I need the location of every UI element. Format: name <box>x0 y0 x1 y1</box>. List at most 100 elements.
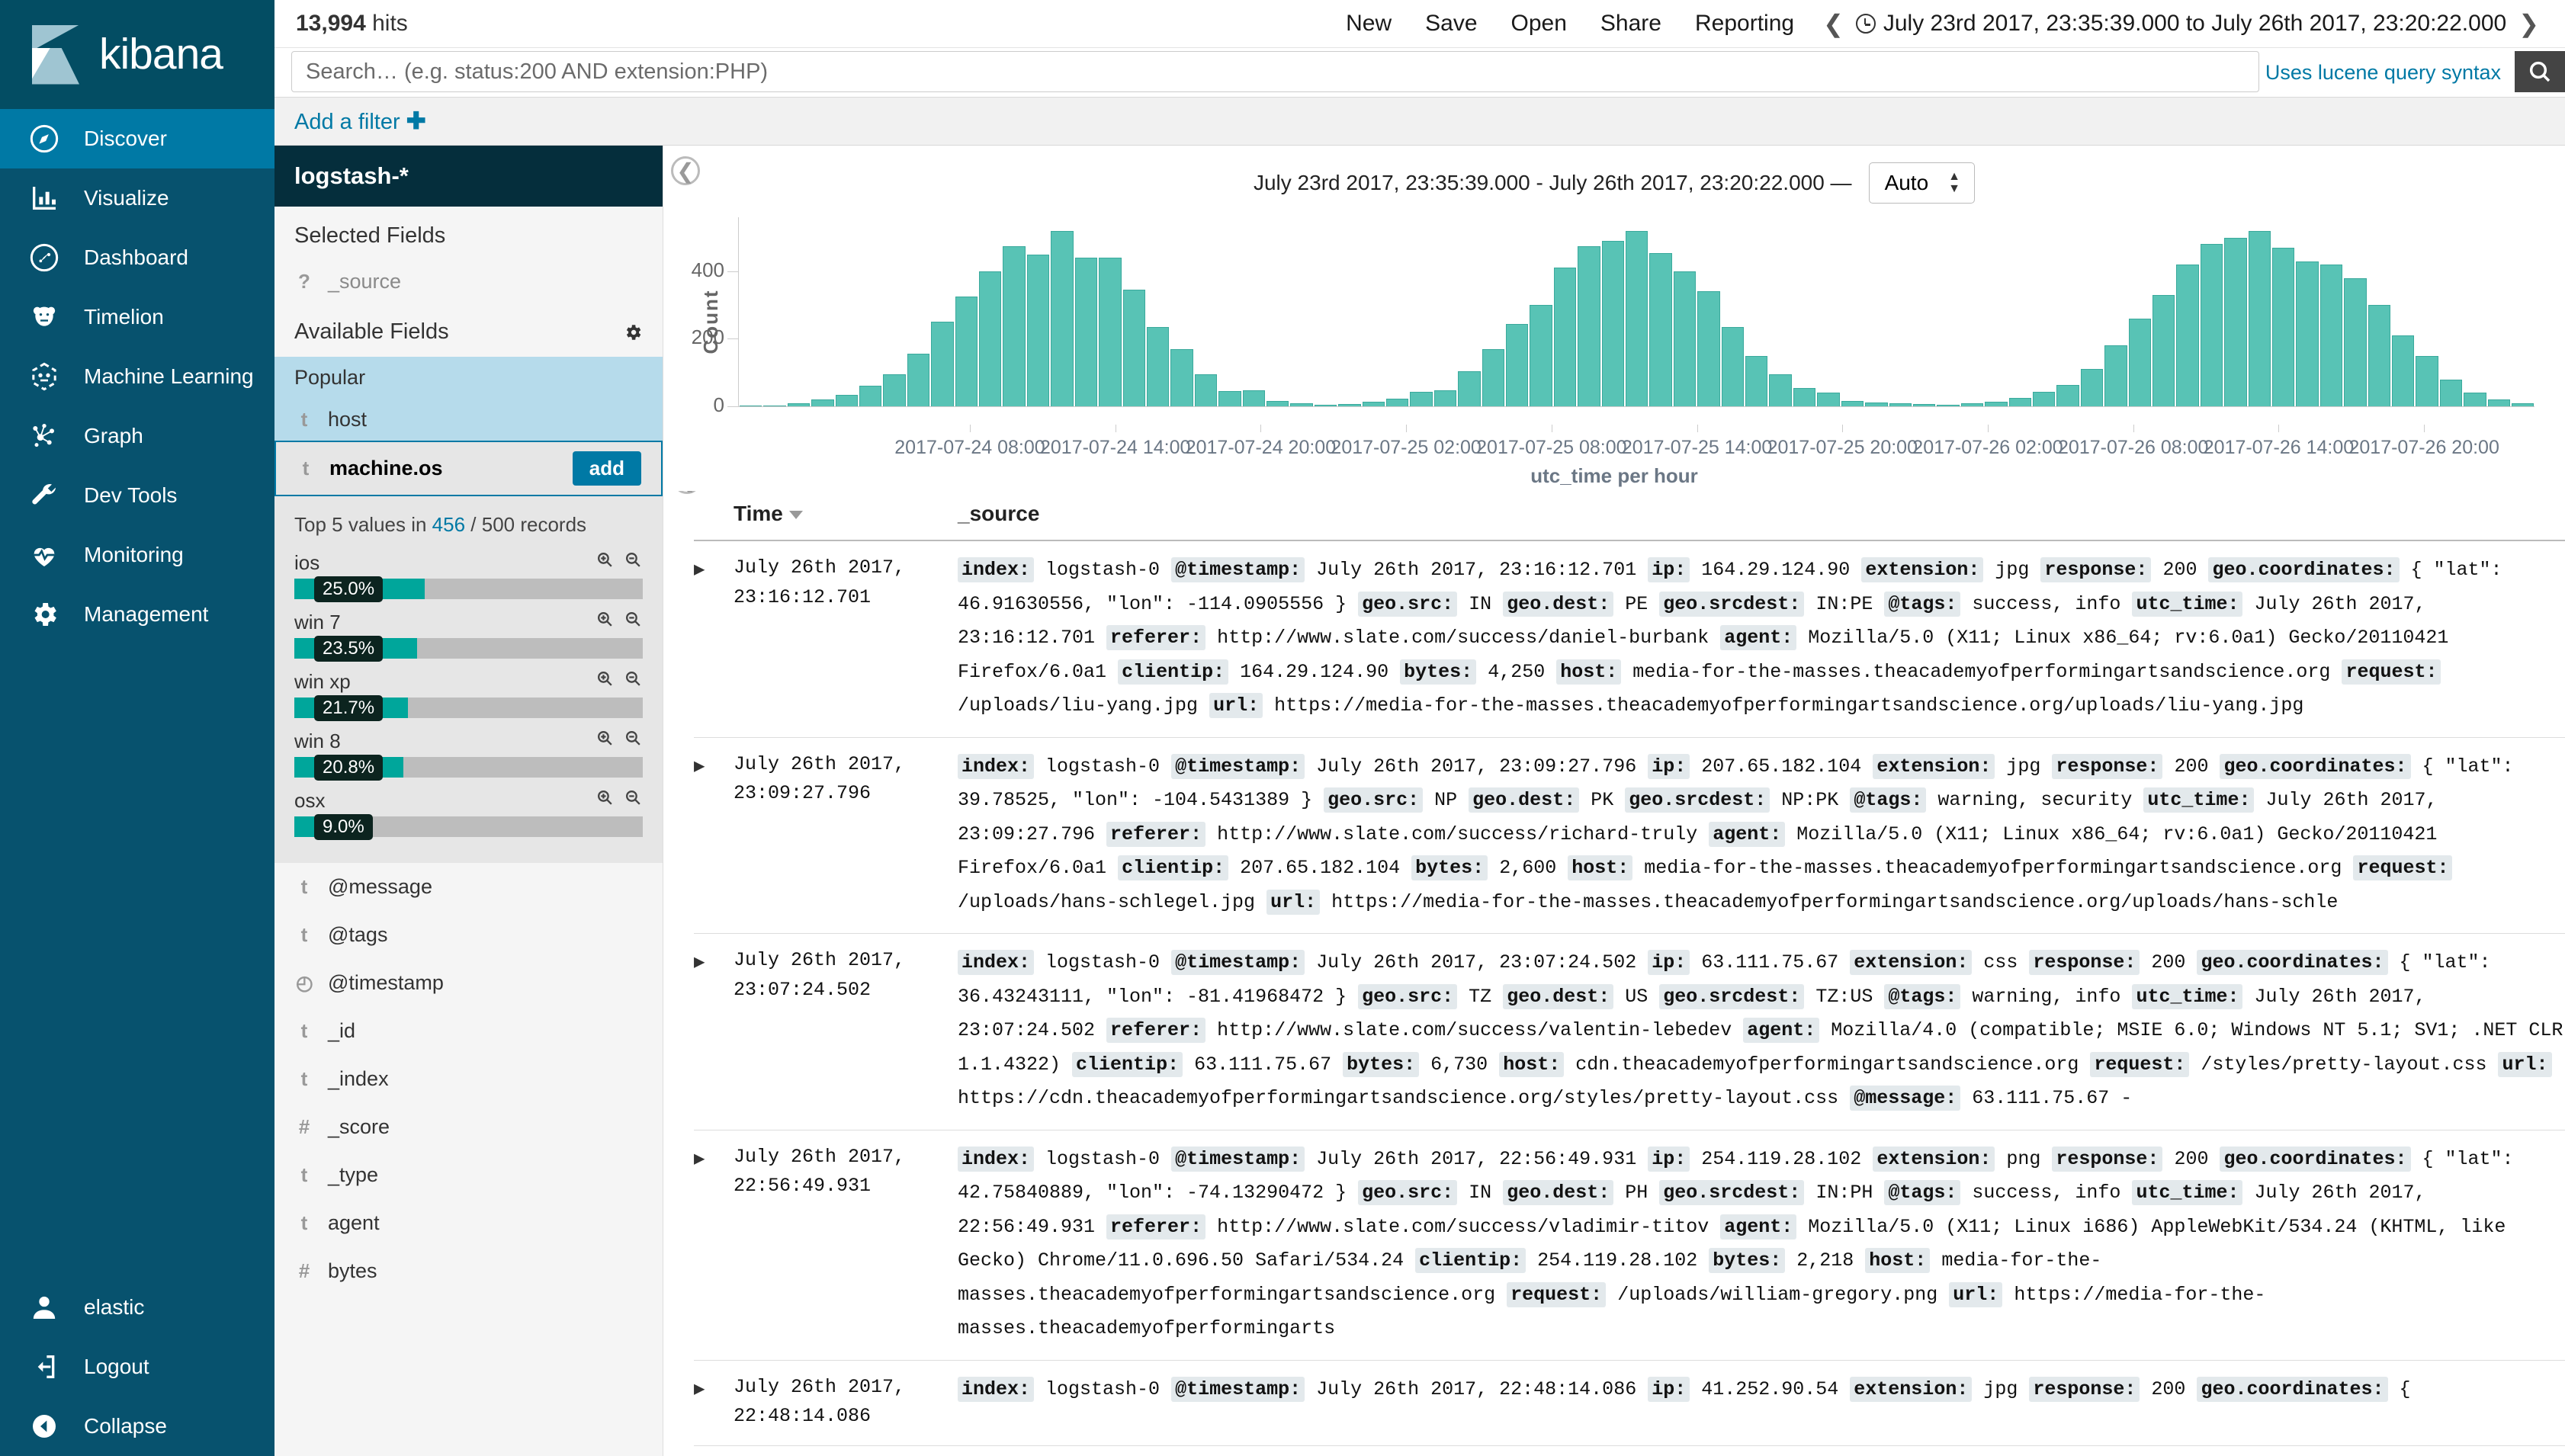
histogram-bar[interactable] <box>2200 244 2223 406</box>
histogram-bar[interactable] <box>2487 399 2511 406</box>
nav-item-monitoring[interactable]: Monitoring <box>0 525 274 585</box>
histogram-bar[interactable] <box>787 403 811 406</box>
histogram-bar[interactable] <box>1026 254 1050 406</box>
histogram-bar[interactable] <box>1146 326 1170 406</box>
histogram-bar[interactable] <box>2296 261 2319 406</box>
histogram-bar[interactable] <box>979 271 1002 406</box>
field-settings-gear-icon[interactable] <box>623 322 643 342</box>
add-field-button[interactable]: add <box>572 451 641 486</box>
histogram-bar[interactable] <box>1194 374 1218 406</box>
histogram-bar[interactable] <box>1385 399 1409 406</box>
histogram-bar[interactable] <box>1721 326 1745 406</box>
histogram-bar[interactable] <box>1122 290 1145 406</box>
histogram-bar[interactable] <box>1865 402 1888 406</box>
expand-row-caret-icon[interactable]: ▶ <box>694 1143 734 1346</box>
histogram-bar[interactable] <box>1937 405 1960 406</box>
filter-out-value-button[interactable] <box>624 550 643 575</box>
expand-row-caret-icon[interactable]: ▶ <box>694 750 734 920</box>
histogram-bar[interactable] <box>1074 258 1098 406</box>
histogram-bar[interactable] <box>1960 403 1984 406</box>
field-row-id[interactable]: t _id <box>274 1007 663 1055</box>
collapse-sidebar-chevron-icon[interactable]: ❮ <box>671 156 700 185</box>
histogram-bar[interactable] <box>859 386 882 406</box>
histogram-bar[interactable] <box>1458 370 1481 406</box>
histogram-bar[interactable] <box>1003 245 1026 406</box>
histogram-bar[interactable] <box>1553 268 1577 406</box>
histogram-bar[interactable] <box>1506 323 1529 406</box>
nav-item-visualize[interactable]: Visualize <box>0 168 274 228</box>
histogram-bar[interactable] <box>2272 247 2295 406</box>
histogram-bar[interactable] <box>907 354 930 406</box>
index-pattern-selector[interactable]: logstash-* <box>274 146 663 207</box>
field-row-timestamp[interactable]: ◴ @timestamp <box>274 959 663 1007</box>
field-row-machine-os[interactable]: t machine.os add <box>274 441 663 496</box>
histogram-bar[interactable] <box>2512 402 2535 406</box>
histogram-bar[interactable] <box>1578 245 1600 406</box>
histogram-bar[interactable] <box>2104 345 2127 406</box>
nav-item-graph[interactable]: Graph <box>0 406 274 466</box>
filter-out-value-button[interactable] <box>624 788 643 813</box>
histogram-bar[interactable] <box>1290 403 1313 406</box>
histogram-bar[interactable] <box>2008 397 2031 406</box>
expand-row-caret-icon[interactable]: ▶ <box>694 946 734 1116</box>
search-button[interactable] <box>2515 51 2565 92</box>
histogram-bar[interactable] <box>883 374 906 406</box>
time-next-button[interactable]: ❯ <box>2506 9 2551 38</box>
histogram-bar[interactable] <box>1745 355 1768 406</box>
histogram-bar[interactable] <box>1338 404 1361 406</box>
histogram-bar[interactable] <box>2464 393 2486 406</box>
table-row[interactable]: ▶ July 26th 2017, 22:56:49.931 index: logs… <box>694 1130 2565 1361</box>
histogram-bar[interactable] <box>1912 404 1936 406</box>
histogram-bar[interactable] <box>2416 355 2438 406</box>
histogram-bar[interactable] <box>2080 369 2104 406</box>
histogram-bar[interactable] <box>1218 391 1241 406</box>
histogram-bar[interactable] <box>1314 405 1337 406</box>
field-row-type[interactable]: t _type <box>274 1151 663 1199</box>
histogram-bar[interactable] <box>1889 402 1912 406</box>
histogram-bar[interactable] <box>1769 374 1792 406</box>
filter-for-value-button[interactable] <box>596 669 615 694</box>
histogram-bar[interactable] <box>1362 402 1385 406</box>
histogram-bar[interactable] <box>1649 252 1672 406</box>
field-row-index[interactable]: t _index <box>274 1055 663 1103</box>
histogram-bar[interactable] <box>811 399 834 406</box>
histogram-bar[interactable] <box>2439 379 2463 406</box>
filter-out-value-button[interactable] <box>624 610 643 634</box>
histogram-bar[interactable] <box>2368 305 2391 406</box>
histogram-bar[interactable] <box>2128 318 2151 406</box>
field-row-score[interactable]: # _score <box>274 1103 663 1151</box>
expand-row-caret-icon[interactable]: ▶ <box>694 1373 734 1432</box>
filter-out-value-button[interactable] <box>624 669 643 694</box>
filter-for-value-button[interactable] <box>596 610 615 634</box>
nav-item-discover[interactable]: Discover <box>0 109 274 168</box>
histogram-bar[interactable] <box>835 394 859 406</box>
histogram-bar[interactable] <box>931 322 954 406</box>
histogram-bar[interactable] <box>1410 392 1433 406</box>
histogram-bar[interactable] <box>1626 230 1648 406</box>
filter-for-value-button[interactable] <box>596 550 615 575</box>
histogram-bar[interactable] <box>1482 348 1504 406</box>
add-filter-button[interactable]: Add a filter ✚ <box>294 107 426 135</box>
time-prev-button[interactable]: ❮ <box>1811 9 1856 38</box>
histogram-bar[interactable] <box>2392 335 2415 406</box>
histogram-bar[interactable] <box>955 297 978 406</box>
nav-item-dashboard[interactable]: Dashboard <box>0 228 274 287</box>
interval-select[interactable]: Auto ▲ ▼ <box>1868 162 1976 204</box>
expand-row-caret-icon[interactable]: ▶ <box>694 553 734 723</box>
menu-new[interactable]: New <box>1329 11 1408 37</box>
histogram-bar[interactable] <box>1793 387 1816 406</box>
menu-reporting[interactable]: Reporting <box>1678 11 1811 37</box>
nav-item-timelion[interactable]: Timelion <box>0 287 274 347</box>
histogram-bar[interactable] <box>2224 237 2247 406</box>
menu-save[interactable]: Save <box>1408 11 1494 37</box>
table-row[interactable]: ▶ July 26th 2017, 23:16:12.701 index: logs… <box>694 541 2565 738</box>
lucene-syntax-link[interactable]: Uses lucene query syntax <box>2265 61 2501 85</box>
histogram-bar[interactable] <box>2176 265 2199 406</box>
histogram-bar[interactable] <box>2032 391 2056 406</box>
histogram-bar[interactable] <box>1530 305 1552 406</box>
table-row[interactable]: ▶ July 26th 2017, 22:48:14.086 index: logs… <box>694 1361 2565 1446</box>
histogram-bar[interactable] <box>2319 265 2343 406</box>
search-input[interactable] <box>291 51 2259 92</box>
menu-open[interactable]: Open <box>1494 11 1584 37</box>
field-row-tags[interactable]: t @tags <box>274 911 663 959</box>
